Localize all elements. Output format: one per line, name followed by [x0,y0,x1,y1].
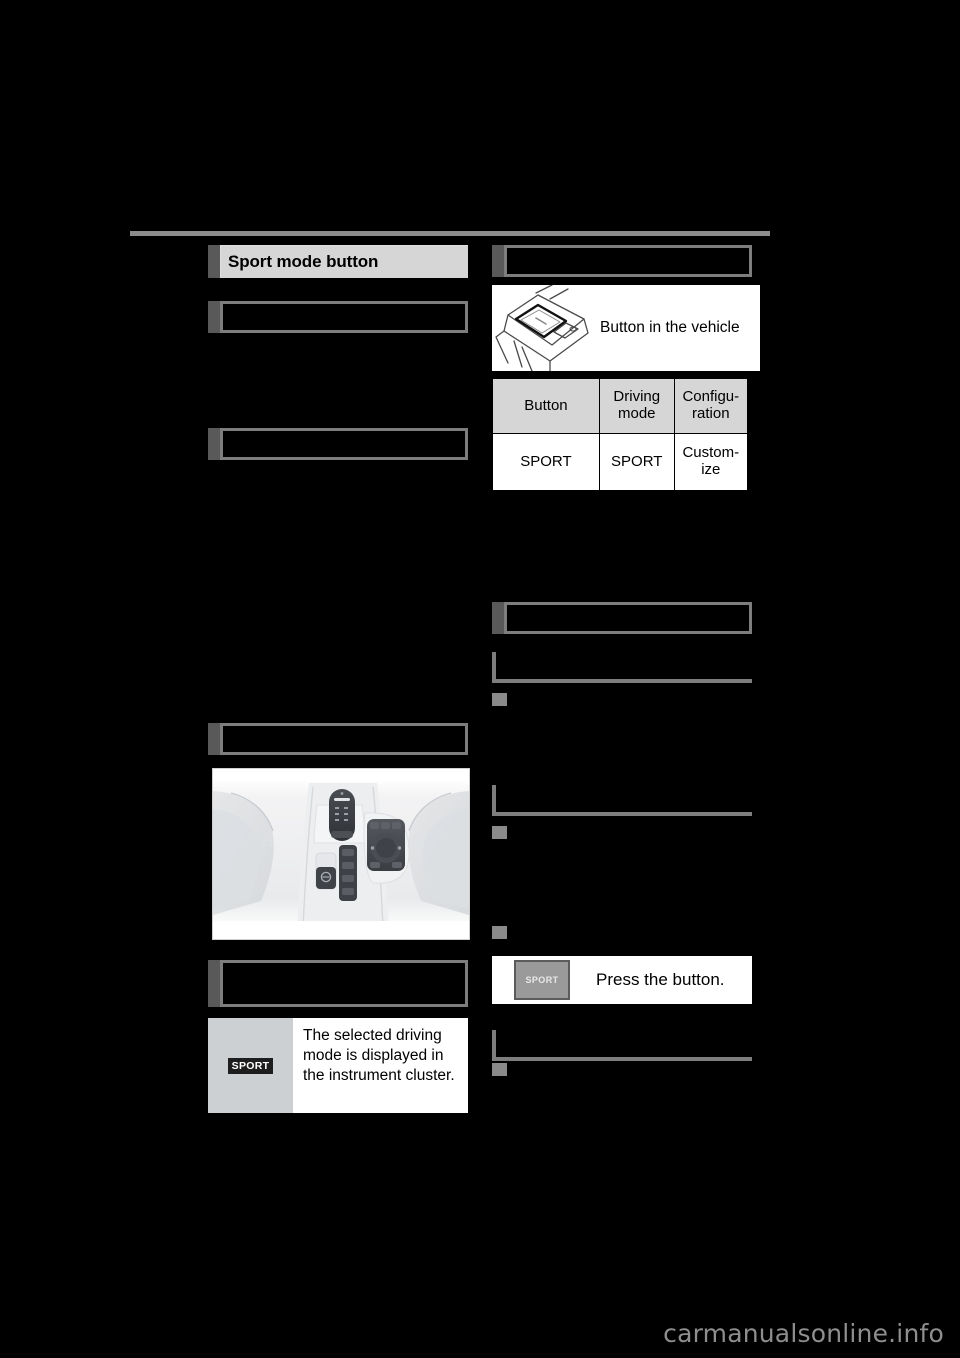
square-bullet-4 [492,1063,507,1076]
table-cell-configuration-value-l2: ize [701,461,721,478]
redacted-heading-right-2-box [504,602,752,634]
table-header-button: Button [492,378,600,434]
table-row: SPORT SPORT Custom- ize [492,433,749,491]
table-header-configuration-l2: ration [692,405,730,422]
header-rule [130,231,770,236]
sport-button-label: SPORT [525,975,559,985]
table-cell-driving-mode-value: SPORT [598,433,675,491]
sport-button-graphic: SPORT [514,960,570,1000]
notice-bracket-3-horizontal [492,1057,752,1061]
table-header-row: Button Driving mode Configu- ration [492,378,749,434]
table-cell-configuration-value-l1: Custom- [682,444,740,462]
notice-bracket-3 [492,1030,752,1061]
redacted-heading-right-2 [492,602,752,634]
table-cell-button-value-label: SPORT [520,452,572,470]
table-cell-configuration-value: Custom- ize [673,433,749,491]
redacted-heading-3 [208,723,468,755]
vehicle-button-illustration [492,285,600,371]
table-header-configuration-l1: Configu- [682,388,740,406]
redacted-heading-1 [208,301,468,333]
redacted-heading-1-tab [208,301,220,333]
redacted-heading-3-box [220,723,468,755]
console-button-line-art [495,285,589,371]
square-bullet-1 [492,693,507,706]
cluster-caption: The selected driving mode is displayed i… [303,1027,455,1084]
redacted-heading-4 [208,960,468,1007]
redacted-heading-2-box [220,428,468,460]
square-bullet-3 [492,926,507,939]
notice-bracket-2-horizontal [492,812,752,816]
sport-badge: SPORT [227,1057,274,1074]
notice-bracket-1-horizontal [492,679,752,683]
manual-page: Sport mode button a o SPORT The selected… [0,0,960,1358]
notice-bracket-1 [492,652,752,683]
table-header-configuration: Configu- ration [673,378,749,434]
svg-text:a: a [261,828,274,853]
redacted-heading-right-1-tab [492,245,504,277]
watermark: carmanualsonline.info [663,1319,944,1348]
redacted-heading-right-1-box [504,245,752,277]
table-header-driving-mode-l1: Driving [613,388,661,406]
center-console-illustration: a o [213,769,469,939]
redacted-heading-right-2-tab [492,602,504,634]
driving-mode-table: Button Driving mode Configu- ration SPOR… [492,378,749,491]
section-title-accent-tab [208,245,220,278]
press-button-caption: Press the button. [596,970,725,989]
redacted-heading-4-tab [208,960,220,1007]
page-title: Sport mode button [228,251,379,271]
table-header-driving-mode: Driving mode [598,378,675,434]
cluster-screen: SPORT [208,1018,293,1113]
center-console-figure: a o [212,768,470,940]
redacted-heading-4-box [220,960,468,1007]
table-header-driving-mode-l2: mode [617,405,656,422]
redacted-heading-2-tab [208,428,220,460]
square-bullet-2 [492,826,507,839]
section-title-sport-mode-button: Sport mode button [208,245,468,278]
vehicle-button-caption: Button in the vehicle [600,319,740,336]
svg-text:o: o [411,828,424,853]
vehicle-button-figure: Button in the vehicle [492,285,760,371]
table-cell-button-value: SPORT [492,433,600,491]
press-button-figure: SPORT Press the button. [492,956,752,1004]
redacted-heading-3-tab [208,723,220,755]
table-header-button-label: Button [524,396,568,414]
redacted-heading-right-1 [492,245,752,277]
section-title-bar: Sport mode button [220,245,468,278]
instrument-cluster-figure: SPORT The selected driving mode is displ… [208,1018,468,1113]
notice-bracket-2 [492,785,752,816]
redacted-heading-1-box [220,301,468,333]
table-cell-driving-mode-value-label: SPORT [611,452,663,470]
redacted-heading-2 [208,428,468,460]
